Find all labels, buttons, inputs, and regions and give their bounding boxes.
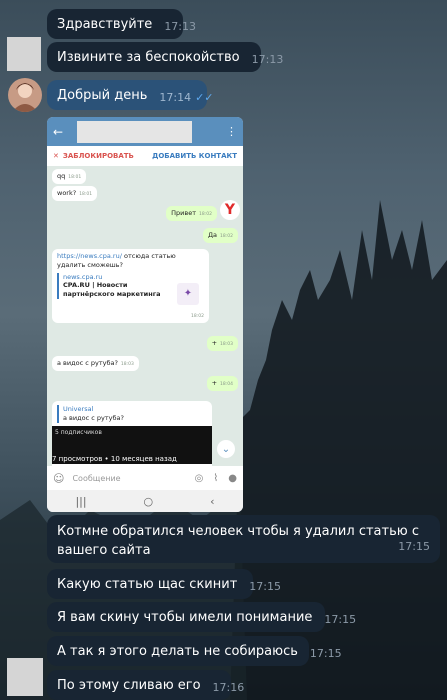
close-icon: ✕ — [53, 152, 59, 160]
chat-time: 18:01 — [79, 192, 93, 197]
message-time: 17:13 — [251, 53, 284, 66]
yandex-avatar: Y — [220, 200, 240, 220]
input-placeholder: Сообщение — [72, 473, 121, 483]
chat-link: https://news.cpa.ru/ — [57, 252, 122, 260]
screenshot-chat: qq 18:01 work? 18:01 Привет 18:02 Y Да 18:02… — [47, 166, 243, 466]
screenshot-image[interactable]: ← ⋮ ✕ ЗАБЛОКИРОВАТЬ ДОБАВИТЬ КОНТАКТ qq 1… — [47, 117, 243, 512]
message-bubble[interactable]: Какую статью щас скинит 17:15 — [47, 569, 281, 599]
back-arrow-icon: ← — [53, 124, 64, 139]
chat-time: 18:04 — [220, 382, 233, 387]
chat-text: Привет — [171, 209, 197, 217]
message-bubble[interactable]: Добрый день 17:14 ✓✓ — [47, 80, 214, 110]
video-subscribers: 5 подписчиков — [55, 429, 102, 436]
message-bubble[interactable]: Извините за беспокойство 17:13 — [47, 42, 283, 72]
message-text: По этому сливаю его — [57, 677, 201, 693]
reply-quote: а видос с рутуба? — [63, 413, 124, 422]
android-nav-bar: ||| ○ ‹ — [47, 490, 243, 512]
chat-bubble: work? 18:01 — [52, 186, 98, 202]
preview-site: news.cpa.ru — [63, 272, 103, 281]
chevron-down-icon: ⌄ — [217, 440, 235, 458]
message-bubble[interactable]: По этому сливаю его 17:16 — [47, 670, 244, 700]
chat-time: 18:03 — [220, 342, 233, 347]
message-time: 17:14 — [159, 91, 192, 104]
screenshot-input-bar: ☺ Сообщение ◎ ⌇ ● — [47, 466, 243, 490]
avatar[interactable] — [8, 78, 42, 112]
message-bubble[interactable]: Котмне обратился человек чтобы я удалил … — [47, 515, 440, 563]
chat-text: а видос с рутуба? — [57, 359, 118, 367]
message-text: Какую статью щас скинит — [57, 576, 238, 592]
chat-text: Да — [207, 231, 218, 239]
mic-icon: ● — [228, 472, 237, 484]
chat-bubble-video: Universal а видос с рутуба? 5 подписчико… — [52, 401, 212, 466]
screenshot-header: ← ⋮ — [47, 117, 243, 146]
message-time: 17:15 — [398, 540, 430, 554]
screenshot-action-bar: ✕ ЗАБЛОКИРОВАТЬ ДОБАВИТЬ КОНТАКТ — [47, 146, 243, 166]
message-time: 17:15 — [309, 647, 342, 660]
chat-time: 18:02 — [220, 234, 233, 239]
chat-text: + — [211, 379, 218, 387]
message-bubble[interactable]: Здравствуйте 17:13 — [47, 9, 196, 39]
attach-icon: ⌇ — [213, 472, 219, 484]
chat-time: 18:02 — [191, 313, 204, 319]
message-text: Я вам скину чтобы имели понимание — [57, 609, 313, 625]
back-icon: ‹ — [210, 494, 215, 508]
chat-text: work? — [57, 189, 77, 197]
message-time: 17:15 — [249, 580, 281, 593]
video-preview: 5 подписчиков 7 просмотров • 10 месяцев … — [52, 426, 212, 464]
message-time: 17:15 — [324, 613, 357, 626]
chat-time: 18:02 — [199, 212, 212, 217]
add-contact-action: ДОБАВИТЬ КОНТАКТ — [152, 152, 237, 160]
chat-text: + — [211, 339, 218, 347]
message-bubble[interactable]: А так я этого делать не собираюсь 17:15 — [47, 636, 342, 666]
chat-time: 18:01 — [68, 175, 82, 180]
chat-bubble-link: https://news.cpa.ru/ отсюда статью удали… — [52, 249, 209, 323]
message-text: А так я этого делать не собираюсь — [57, 643, 298, 659]
avatar[interactable] — [7, 658, 43, 696]
more-vert-icon: ⋮ — [226, 125, 237, 138]
home-icon: ○ — [143, 494, 154, 508]
camera-icon: ◎ — [194, 472, 204, 484]
emoji-icon: ☺ — [53, 471, 65, 485]
chat-text: qq — [57, 172, 66, 180]
preview-thumbnail-icon: ✦ — [177, 283, 199, 305]
chat-time: 18:03 — [120, 362, 134, 367]
message-text: Добрый день — [57, 87, 148, 103]
message-bubble[interactable]: Я вам скину чтобы имели понимание 17:15 — [47, 602, 356, 632]
redacted-name — [77, 120, 193, 143]
double-check-icon: ✓✓ — [195, 91, 214, 104]
preview-title: CPA.RU | Новости партнёрского маркетинга — [63, 281, 161, 299]
chat-bubble: +18:04 — [206, 376, 238, 392]
chat-bubble: а видос с рутуба? 18:03 — [52, 356, 139, 372]
recents-icon: ||| — [75, 494, 87, 508]
reply-sender: Universal — [63, 405, 94, 413]
message-text: Здравствуйте — [57, 16, 153, 32]
chat-bubble: Привет 18:02 — [166, 206, 217, 222]
video-meta: 7 просмотров • 10 месяцев назад — [52, 454, 177, 463]
block-action: ЗАБЛОКИРОВАТЬ — [62, 152, 134, 160]
chat-bubble: qq 18:01 — [52, 169, 87, 185]
chat-bubble: Да 18:02 — [202, 228, 238, 244]
message-time: 17:13 — [164, 20, 197, 33]
message-time: 17:16 — [212, 681, 245, 694]
message-text: Извините за беспокойство — [57, 49, 240, 65]
message-text: Котмне обратился человек чтобы я удалил … — [57, 524, 419, 558]
avatar[interactable] — [7, 37, 41, 71]
chat-bubble: +18:03 — [206, 336, 238, 352]
